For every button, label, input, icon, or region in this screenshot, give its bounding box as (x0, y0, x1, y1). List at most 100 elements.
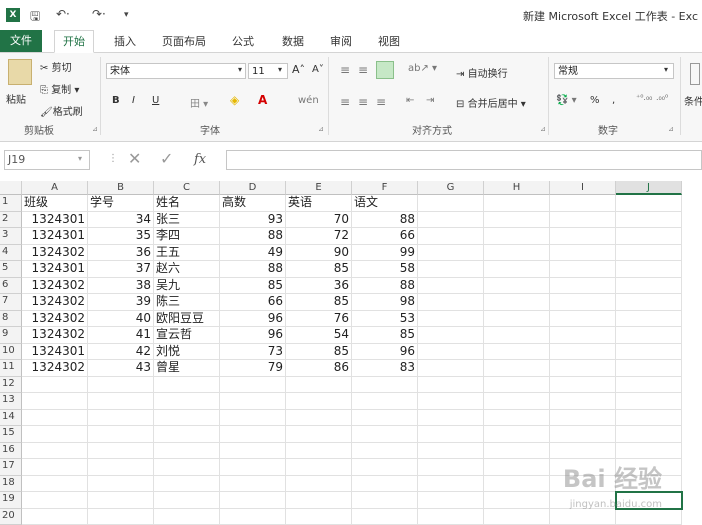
table-cell[interactable]: 88 (220, 228, 286, 245)
empty-cell[interactable] (220, 410, 286, 427)
orientation-icon[interactable]: ab↗ ▾ (408, 63, 437, 74)
decrease-decimal-icon[interactable]: .₀₀⁰ (656, 93, 668, 102)
table-cell[interactable]: 88 (220, 261, 286, 278)
table-cell[interactable]: 刘悦 (154, 344, 220, 361)
conditional-format-icon[interactable] (690, 63, 700, 85)
chevron-down-icon[interactable]: ▾ (278, 65, 282, 74)
row-header[interactable]: 8 (0, 311, 22, 328)
empty-cell[interactable] (484, 261, 550, 278)
paste-icon[interactable] (8, 59, 32, 85)
wrap-text-button[interactable]: ⇥ 自动换行 (456, 65, 508, 80)
empty-cell[interactable] (154, 443, 220, 460)
empty-cell[interactable] (418, 410, 484, 427)
row-header[interactable]: 16 (0, 443, 22, 460)
table-cell[interactable]: 1324302 (22, 245, 88, 262)
empty-cell[interactable] (484, 377, 550, 394)
select-all-corner[interactable] (0, 181, 22, 195)
empty-cell[interactable] (220, 492, 286, 509)
tab-home[interactable]: 开始 (54, 30, 94, 53)
empty-cell[interactable] (88, 410, 154, 427)
empty-cell[interactable] (418, 278, 484, 295)
row-header[interactable]: 9 (0, 327, 22, 344)
empty-cell[interactable] (418, 459, 484, 476)
empty-cell[interactable] (22, 410, 88, 427)
empty-cell[interactable] (418, 377, 484, 394)
chevron-down-icon[interactable]: ▾ (78, 154, 82, 163)
empty-cell[interactable] (484, 228, 550, 245)
empty-cell[interactable] (418, 509, 484, 525)
empty-cell[interactable] (418, 492, 484, 509)
align-top-icon[interactable]: ≡ (340, 63, 350, 77)
empty-cell[interactable] (616, 509, 682, 525)
row-header[interactable]: 10 (0, 344, 22, 361)
empty-cell[interactable] (352, 426, 418, 443)
empty-cell[interactable] (484, 327, 550, 344)
column-header-h[interactable]: H (484, 181, 550, 195)
empty-cell[interactable] (550, 245, 616, 262)
header-cell[interactable]: 英语 (286, 195, 352, 212)
tab-review[interactable]: 审阅 (330, 33, 352, 49)
table-cell[interactable]: 79 (220, 360, 286, 377)
table-cell[interactable]: 37 (88, 261, 154, 278)
empty-cell[interactable] (88, 377, 154, 394)
empty-cell[interactable] (550, 344, 616, 361)
empty-cell[interactable] (484, 245, 550, 262)
increase-decimal-icon[interactable]: ⁺⁰.₀₀ (636, 93, 652, 102)
table-cell[interactable]: 1324302 (22, 278, 88, 295)
tab-view[interactable]: 视图 (378, 33, 400, 49)
tab-file[interactable]: 文件 (0, 30, 42, 52)
table-cell[interactable]: 38 (88, 278, 154, 295)
empty-cell[interactable] (616, 311, 682, 328)
table-cell[interactable]: 1324302 (22, 311, 88, 328)
row-header[interactable]: 11 (0, 360, 22, 377)
empty-cell[interactable] (154, 476, 220, 493)
header-cell[interactable]: 学号 (88, 195, 154, 212)
empty-cell[interactable] (550, 195, 616, 212)
empty-cell[interactable] (352, 443, 418, 460)
table-cell[interactable]: 72 (286, 228, 352, 245)
redo-icon[interactable]: ↷· (92, 7, 106, 21)
row-header[interactable]: 20 (0, 509, 22, 525)
row-header[interactable]: 7 (0, 294, 22, 311)
empty-cell[interactable] (616, 410, 682, 427)
empty-cell[interactable] (484, 344, 550, 361)
empty-cell[interactable] (550, 426, 616, 443)
empty-cell[interactable] (550, 261, 616, 278)
increase-indent-icon[interactable]: ⇥ (426, 95, 434, 106)
column-header-i[interactable]: I (550, 181, 616, 195)
empty-cell[interactable] (88, 509, 154, 525)
table-cell[interactable]: 85 (220, 278, 286, 295)
empty-cell[interactable] (286, 492, 352, 509)
empty-cell[interactable] (154, 492, 220, 509)
number-launcher-icon[interactable]: ⊿ (668, 125, 674, 133)
empty-cell[interactable] (484, 393, 550, 410)
align-right-icon[interactable]: ≡ (376, 95, 386, 109)
table-cell[interactable]: 85 (352, 327, 418, 344)
empty-cell[interactable] (616, 195, 682, 212)
table-cell[interactable]: 王五 (154, 245, 220, 262)
empty-cell[interactable] (550, 311, 616, 328)
header-cell[interactable]: 姓名 (154, 195, 220, 212)
empty-cell[interactable] (616, 426, 682, 443)
row-header[interactable]: 3 (0, 228, 22, 245)
insert-function-button[interactable]: fx (194, 152, 206, 167)
grow-font-icon[interactable]: A˄ (292, 63, 305, 76)
empty-cell[interactable] (352, 393, 418, 410)
table-cell[interactable]: 42 (88, 344, 154, 361)
fill-color-icon[interactable]: ◈ (230, 93, 239, 107)
empty-cell[interactable] (484, 492, 550, 509)
empty-cell[interactable] (616, 278, 682, 295)
column-header-j[interactable]: J (616, 181, 682, 195)
alignment-launcher-icon[interactable]: ⊿ (540, 125, 546, 133)
empty-cell[interactable] (154, 426, 220, 443)
empty-cell[interactable] (484, 278, 550, 295)
row-header[interactable]: 5 (0, 261, 22, 278)
empty-cell[interactable] (484, 311, 550, 328)
row-header[interactable]: 17 (0, 459, 22, 476)
row-header[interactable]: 1 (0, 195, 22, 212)
empty-cell[interactable] (484, 212, 550, 229)
row-header[interactable]: 19 (0, 492, 22, 509)
bold-button[interactable]: B (112, 95, 120, 106)
empty-cell[interactable] (352, 377, 418, 394)
empty-cell[interactable] (484, 426, 550, 443)
